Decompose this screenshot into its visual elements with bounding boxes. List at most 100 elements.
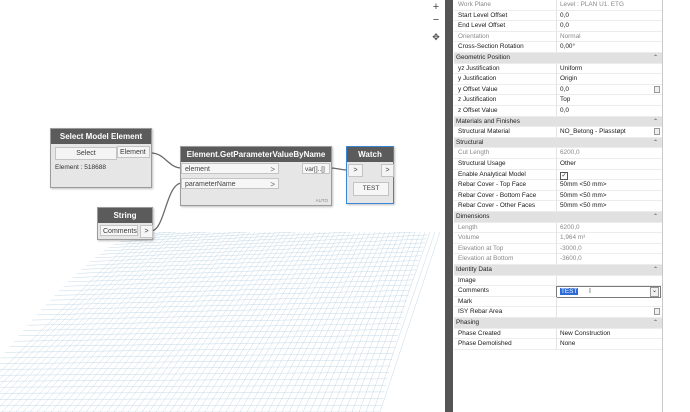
property-value[interactable]: Level : PLAN U1. ETG: [556, 0, 660, 10]
property-row[interactable]: Rebar Cover - Top Face 50mm <50 mm>: [454, 180, 662, 191]
property-row[interactable]: Elevation at Bottom -3600,0: [454, 254, 662, 265]
property-row[interactable]: Elevation at Top -3000,0: [454, 243, 662, 255]
property-value[interactable]: New Construction: [556, 328, 660, 339]
property-value[interactable]: 6200,0: [556, 148, 660, 159]
dropdown-chevron-icon[interactable]: ⌄: [650, 287, 659, 298]
lacing-indicator[interactable]: AUTO: [316, 198, 328, 203]
collapse-chevron-icon[interactable]: ⌃: [653, 318, 658, 329]
property-value[interactable]: NO_Betong - Plasstøpt: [556, 127, 660, 138]
property-label: Mark: [458, 297, 473, 305]
browse-button[interactable]: [654, 308, 660, 316]
property-value[interactable]: ✓: [556, 169, 660, 180]
property-group-header[interactable]: Materials and Finishes ⌃: [454, 116, 662, 128]
wire-watch: [329, 167, 348, 171]
get-parameter-value-node[interactable]: Element.GetParameterValueByName element …: [180, 146, 332, 206]
property-row[interactable]: Start Level Offset 0,0: [454, 10, 662, 22]
panel-splitter[interactable]: [445, 0, 453, 412]
watch-node[interactable]: Watch > > TEST: [346, 146, 394, 204]
property-row[interactable]: ISY Rebar Area: [454, 307, 662, 318]
property-row[interactable]: yz Justification Uniform: [454, 63, 662, 75]
checkbox[interactable]: ✓: [560, 171, 568, 180]
watch-input-port[interactable]: >: [348, 164, 363, 177]
property-label: Phase Demolished: [458, 340, 512, 348]
selected-text[interactable]: TEST: [560, 288, 579, 296]
node-title: Watch: [347, 147, 393, 162]
property-value[interactable]: 6200,0: [556, 222, 660, 233]
property-value[interactable]: -3000,0: [556, 243, 660, 254]
property-value[interactable]: 50mm <50 mm>: [556, 201, 660, 212]
property-value[interactable]: 1,964 m³: [556, 233, 660, 244]
property-group-header[interactable]: Geometric Position ⌃: [454, 53, 662, 64]
property-value[interactable]: Uniform: [556, 63, 660, 74]
property-value[interactable]: None: [556, 339, 660, 350]
collapse-chevron-icon[interactable]: ⌃: [653, 53, 658, 64]
property-row[interactable]: Orientation Normal: [454, 31, 662, 43]
property-row[interactable]: y Offset Value 0,0: [454, 84, 662, 96]
property-value[interactable]: 50mm <50 mm>: [556, 190, 660, 201]
chevron-right-icon: >: [353, 167, 358, 174]
chevron-right-icon: >: [270, 180, 275, 189]
collapse-chevron-icon[interactable]: ⌃: [653, 117, 658, 128]
property-row[interactable]: Mark: [454, 296, 662, 308]
property-row[interactable]: Length 6200,0: [454, 222, 662, 234]
property-value[interactable]: -3600,0: [556, 254, 660, 265]
property-value[interactable]: 0,00°: [556, 42, 660, 53]
property-value[interactable]: [556, 296, 660, 307]
property-row[interactable]: Cross-Section Rotation 0,00°: [454, 42, 662, 53]
property-group-header[interactable]: Structural ⌃: [454, 137, 662, 149]
property-row[interactable]: Phase Created New Construction: [454, 328, 662, 340]
browse-button[interactable]: [654, 128, 660, 136]
string-input-field[interactable]: Comments: [100, 225, 138, 236]
property-value[interactable]: Other: [556, 159, 660, 169]
dynamo-canvas[interactable]: + − ✥ Select Model Element Select Elemen…: [0, 0, 445, 412]
property-row[interactable]: Work Plane Level : PLAN U1. ETG: [454, 0, 662, 11]
property-value[interactable]: Origin: [556, 74, 660, 85]
property-row[interactable]: Cut Length 6200,0: [454, 148, 662, 159]
property-value[interactable]: 0,0: [556, 10, 660, 21]
browse-button[interactable]: [654, 85, 660, 93]
property-group-header[interactable]: Dimensions ⌃: [454, 212, 662, 223]
property-row[interactable]: z Justification Top: [454, 95, 662, 106]
watch-output-port[interactable]: >: [381, 164, 394, 177]
property-row[interactable]: Enable Analytical Model ✓: [454, 169, 662, 181]
watch-value: TEST: [353, 182, 389, 196]
property-value[interactable]: Top: [556, 95, 660, 106]
property-value[interactable]: 0,0: [556, 84, 660, 95]
property-row[interactable]: Structural Material NO_Betong - Plasstøpt: [454, 127, 662, 138]
property-label: y Offset Value: [458, 85, 498, 93]
property-value[interactable]: 50mm <50 mm>: [556, 180, 660, 191]
wires: [150, 152, 348, 232]
property-value[interactable]: 0,0: [556, 106, 660, 116]
scroll-area[interactable]: [663, 0, 690, 412]
string-node[interactable]: String Comments >: [97, 207, 153, 240]
collapse-chevron-icon[interactable]: ⌃: [653, 265, 658, 276]
property-row[interactable]: Structural Usage Other: [454, 159, 662, 170]
property-row[interactable]: y Justification Origin: [454, 74, 662, 85]
property-row[interactable]: Rebar Cover - Bottom Face 50mm <50 mm>: [454, 190, 662, 202]
collapse-chevron-icon[interactable]: ⌃: [653, 138, 658, 149]
property-value[interactable]: Normal: [556, 31, 660, 42]
property-row[interactable]: Image: [454, 275, 662, 287]
property-value[interactable]: [556, 307, 660, 318]
property-value[interactable]: [556, 275, 660, 286]
property-group-header[interactable]: Identity Data ⌃: [454, 265, 662, 276]
string-output-port[interactable]: >: [140, 225, 153, 238]
chevron-right-icon: >: [385, 167, 390, 174]
property-row[interactable]: Rebar Cover - Other Faces 50mm <50 mm>: [454, 201, 662, 212]
select-button[interactable]: Select: [55, 147, 117, 160]
collapse-chevron-icon[interactable]: ⌃: [653, 212, 658, 223]
parameter-name-input-port[interactable]: parameterName >: [181, 178, 279, 189]
select-model-element-node[interactable]: Select Model Element Select Element Elem…: [50, 128, 152, 188]
property-row[interactable]: Phase Demolished None: [454, 339, 662, 350]
property-value[interactable]: 0,0: [556, 21, 660, 32]
property-row[interactable]: z Offset Value 0,0: [454, 106, 662, 117]
property-label: Structural Material: [458, 128, 510, 136]
property-row[interactable]: Comments TEST I ⌄: [454, 286, 662, 299]
property-label: Volume: [458, 234, 480, 242]
var-output-port[interactable]: var[]..[]: [302, 163, 330, 174]
property-group-header[interactable]: Phasing ⌃: [454, 318, 662, 329]
property-row[interactable]: End Level Offset 0,0: [454, 21, 662, 32]
element-output-port[interactable]: Element: [117, 146, 150, 158]
element-input-port[interactable]: element >: [181, 163, 279, 174]
property-row[interactable]: Volume 1,964 m³: [454, 233, 662, 244]
